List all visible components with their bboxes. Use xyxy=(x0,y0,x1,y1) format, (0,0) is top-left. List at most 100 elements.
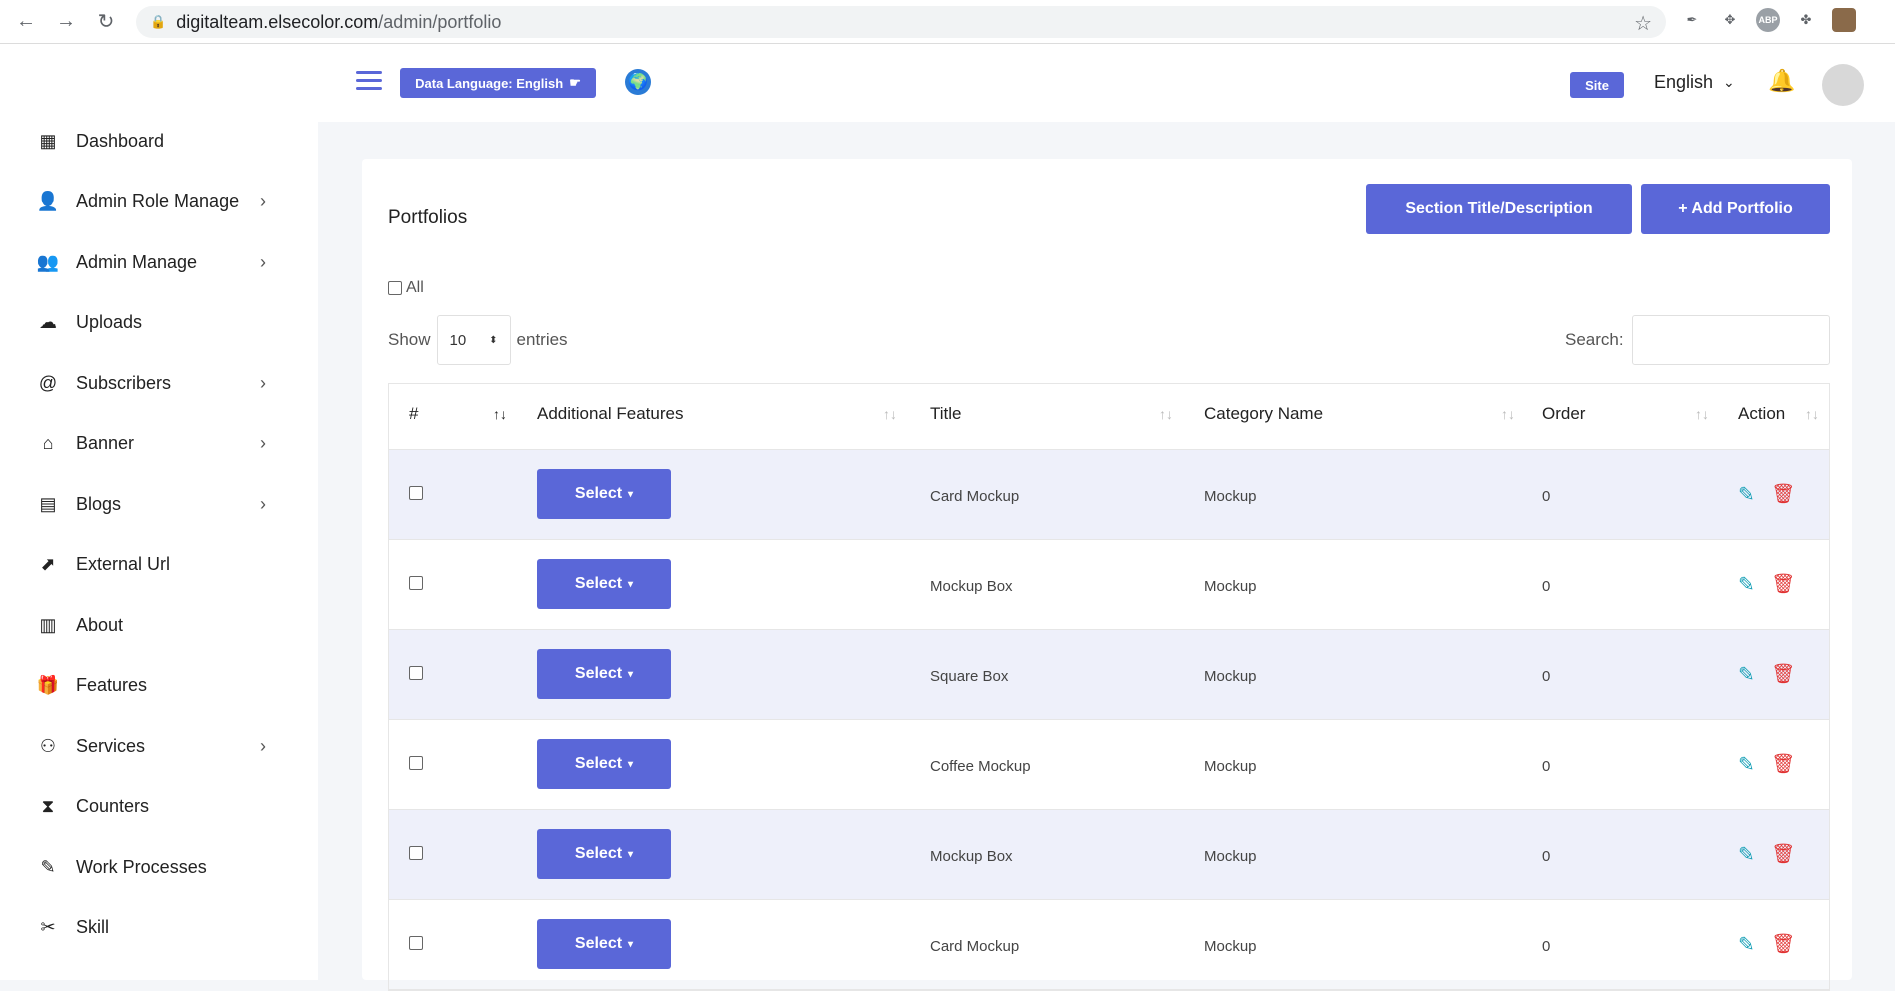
select-label: Select xyxy=(574,755,623,772)
hamburger-menu-icon[interactable] xyxy=(356,71,382,91)
address-bar[interactable]: 🔒 digitalteam.elsecolor.com/admin/portfo… xyxy=(136,6,1666,38)
lock-icon: 🔒 xyxy=(150,14,167,29)
page-title: Portfolios xyxy=(388,207,468,228)
extensions-area: ✒ ✥ ABP ✤ xyxy=(1680,8,1856,32)
select-dropdown-button[interactable]: Select ▾ xyxy=(537,739,671,789)
sidebar-item-counters[interactable]: ⧗ Counters xyxy=(0,787,318,827)
edit-icon[interactable]: ✎ xyxy=(1738,842,1755,867)
trash-icon[interactable]: 🗑 xyxy=(1771,662,1795,686)
row-checkbox[interactable] xyxy=(409,576,423,590)
row-order: 0 xyxy=(1542,758,1551,775)
sidebar-item-skill[interactable]: ✂ Skill xyxy=(0,908,318,948)
trash-icon[interactable]: 🗑 xyxy=(1771,842,1795,866)
sidebar-item-label: Dashboard xyxy=(76,130,165,151)
sort-icon[interactable]: ↑↓ xyxy=(1695,406,1709,422)
chevron-right-icon: › xyxy=(260,372,266,393)
sort-icon[interactable]: ↑↓ xyxy=(883,406,897,422)
chevron-right-icon: › xyxy=(260,191,266,211)
col-additional-features[interactable]: Additional Features xyxy=(537,404,683,424)
caret-down-icon: ▾ xyxy=(628,488,634,500)
back-icon[interactable]: ← xyxy=(12,8,40,36)
site-button[interactable]: Site xyxy=(1570,72,1624,98)
sidebar-item-features[interactable]: 🎁 Features xyxy=(0,666,318,706)
select-dropdown-button[interactable]: Select ▾ xyxy=(537,919,671,969)
select-label: Select xyxy=(574,935,623,952)
sidebar-icon: ▥ xyxy=(39,614,57,635)
col-number[interactable]: # xyxy=(409,404,418,424)
row-title: Square Box xyxy=(930,668,1009,685)
row-checkbox[interactable] xyxy=(409,756,423,770)
entries-select[interactable]: 10 ⬍ xyxy=(436,315,511,365)
row-order: 0 xyxy=(1542,848,1551,865)
globe-icon[interactable]: 🌍 xyxy=(625,69,651,95)
entries-control: Show 10 ⬍ entries xyxy=(388,315,568,365)
portfolio-table: # ↑↓ Additional Features ↑↓ Title ↑↓ Cat… xyxy=(388,383,1830,991)
sort-icon[interactable]: ↑↓ xyxy=(1159,406,1173,422)
edit-icon[interactable]: ✎ xyxy=(1738,932,1755,957)
chevron-right-icon: › xyxy=(260,735,266,756)
sidebar: ▦ Dashboard 👤 Admin Role Manage › 👥 Admin Mana… xyxy=(0,44,318,980)
select-dropdown-button[interactable]: Select ▾ xyxy=(537,649,671,699)
table-row: Select ▾ Card Mockup Mockup 0 ✎ 🗑 xyxy=(389,900,1829,990)
row-checkbox[interactable] xyxy=(409,486,423,500)
edit-icon[interactable]: ✎ xyxy=(1738,752,1755,777)
sidebar-icon: ⧗ xyxy=(41,796,55,816)
sidebar-item-label: Features xyxy=(76,675,148,695)
row-title: Coffee Mockup xyxy=(930,758,1031,775)
language-dropdown[interactable]: English ⌄ xyxy=(1654,72,1735,93)
sidebar-item-admin-manage[interactable]: 👥 Admin Manage › xyxy=(0,242,318,282)
edit-icon[interactable]: ✎ xyxy=(1738,662,1755,687)
forward-icon[interactable]: → xyxy=(52,8,80,36)
sidebar-item-admin-role-manage[interactable]: 👤 Admin Role Manage › xyxy=(0,182,318,222)
sidebar-item-uploads[interactable]: ☁ Uploads xyxy=(0,303,318,343)
adblock-extension-icon[interactable]: ABP xyxy=(1756,8,1780,32)
select-all-label: All xyxy=(406,279,424,296)
select-dropdown-button[interactable]: Select ▾ xyxy=(537,469,671,519)
data-language-button[interactable]: Data Language: English ☛ xyxy=(400,68,596,98)
col-title[interactable]: Title xyxy=(930,404,962,424)
sort-icon[interactable]: ↑↓ xyxy=(1501,406,1515,422)
col-order[interactable]: Order xyxy=(1542,404,1585,424)
select-all[interactable]: All xyxy=(388,279,424,297)
select-dropdown-button[interactable]: Select ▾ xyxy=(537,559,671,609)
sidebar-item-banner[interactable]: ⌂ Banner › xyxy=(0,424,318,464)
trash-icon[interactable]: 🗑 xyxy=(1771,482,1795,506)
trash-icon[interactable]: 🗑 xyxy=(1771,932,1795,956)
row-checkbox[interactable] xyxy=(409,846,423,860)
edit-icon[interactable]: ✎ xyxy=(1738,482,1755,507)
row-checkbox[interactable] xyxy=(409,666,423,680)
col-action[interactable]: Action xyxy=(1738,404,1785,424)
sidebar-item-label: Admin Role Manage xyxy=(76,191,240,211)
trash-icon[interactable]: 🗑 xyxy=(1771,572,1795,596)
sidebar-item-label: Admin Manage xyxy=(76,251,198,272)
eyedropper-extension-icon[interactable]: ✒ xyxy=(1680,8,1704,32)
avatar[interactable] xyxy=(1822,64,1864,106)
bookmark-star-icon[interactable]: ☆ xyxy=(1634,11,1652,36)
edit-icon[interactable]: ✎ xyxy=(1738,572,1755,597)
col-category-name[interactable]: Category Name xyxy=(1204,404,1323,424)
sidebar-item-external-url[interactable]: ⬈ External Url xyxy=(0,545,318,585)
sidebar-item-services[interactable]: ⚇ Services › xyxy=(0,726,318,766)
select-all-checkbox[interactable] xyxy=(388,281,402,295)
add-portfolio-button[interactable]: + Add Portfolio xyxy=(1641,184,1830,234)
puzzle-extension-icon[interactable]: ✤ xyxy=(1794,8,1818,32)
sidebar-item-dashboard[interactable]: ▦ Dashboard xyxy=(0,121,318,161)
profile-avatar-icon[interactable] xyxy=(1832,8,1856,32)
trash-icon[interactable]: 🗑 xyxy=(1771,752,1795,776)
section-title-button[interactable]: Section Title/Description xyxy=(1366,184,1632,234)
sidebar-item-work-processes[interactable]: ✎ Work Processes xyxy=(0,847,318,887)
search-input[interactable] xyxy=(1631,315,1830,365)
sidebar-item-blogs[interactable]: ▤ Blogs › xyxy=(0,484,318,524)
sidebar-item-about[interactable]: ▥ About xyxy=(0,605,318,645)
sidebar-item-subscribers[interactable]: @ Subscribers › xyxy=(0,363,318,403)
move-extension-icon[interactable]: ✥ xyxy=(1718,8,1742,32)
table-header: # ↑↓ Additional Features ↑↓ Title ↑↓ Cat… xyxy=(389,384,1829,450)
row-order: 0 xyxy=(1542,938,1551,955)
sort-icon[interactable]: ↑↓ xyxy=(493,406,507,422)
select-dropdown-button[interactable]: Select ▾ xyxy=(537,829,671,879)
bell-icon[interactable]: 🔔 xyxy=(1768,68,1795,94)
caret-down-icon: ▾ xyxy=(628,848,634,860)
sort-icon[interactable]: ↑↓ xyxy=(1805,406,1819,422)
reload-icon[interactable]: ↻ xyxy=(92,8,120,36)
row-checkbox[interactable] xyxy=(409,936,423,950)
